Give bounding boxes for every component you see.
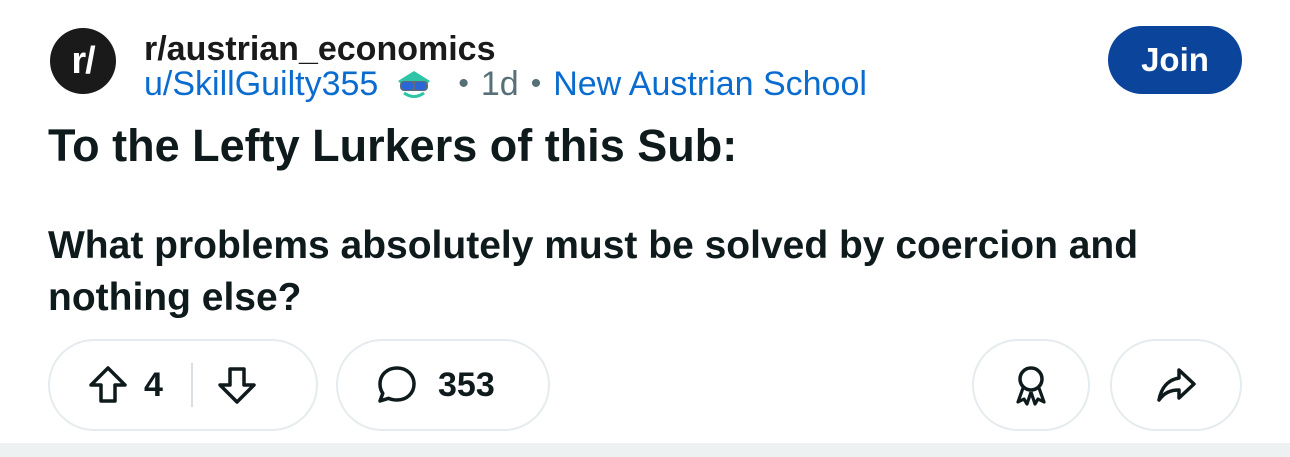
subreddit-avatar[interactable]: r/ <box>50 28 116 94</box>
subreddit-avatar-label: r/ <box>71 39 95 82</box>
author-username[interactable]: u/SkillGuilty355 <box>144 65 378 104</box>
arrow-down-icon <box>218 367 256 404</box>
vote-bar: 4 <box>48 339 318 431</box>
meta-separator: • <box>458 67 469 100</box>
upvote-button[interactable] <box>86 363 130 407</box>
post-flair[interactable]: New Austrian School <box>553 65 867 104</box>
share-arrow-icon <box>1157 368 1196 402</box>
award-ribbon-icon <box>1016 366 1046 406</box>
comment-count: 353 <box>438 365 495 404</box>
post-title: To the Lefty Lurkers of this Sub: <box>48 120 738 171</box>
join-button[interactable]: Join <box>1108 26 1242 94</box>
feed-separator <box>0 443 1290 457</box>
speech-bubble-icon <box>378 366 416 403</box>
comments-button[interactable]: 353 <box>336 339 550 431</box>
vote-count: 4 <box>144 365 163 404</box>
share-button[interactable] <box>1110 339 1242 431</box>
vote-divider <box>190 363 193 407</box>
comment-icon-wrap <box>374 362 420 408</box>
post-meta: u/SkillGuilty355 • 1d • New Austrian Sch… <box>144 64 867 104</box>
arrow-up-icon <box>89 366 127 403</box>
post-body: What problems absolutely must be solved … <box>48 224 1139 319</box>
post-time: 1d <box>480 64 519 103</box>
downvote-button[interactable] <box>215 363 259 407</box>
user-avatar-icon[interactable] <box>392 67 436 101</box>
meta-separator: • <box>530 67 542 100</box>
award-button[interactable] <box>972 339 1090 431</box>
post-header: r/ r/austrian_economics u/SkillGuilty355… <box>48 18 1248 108</box>
